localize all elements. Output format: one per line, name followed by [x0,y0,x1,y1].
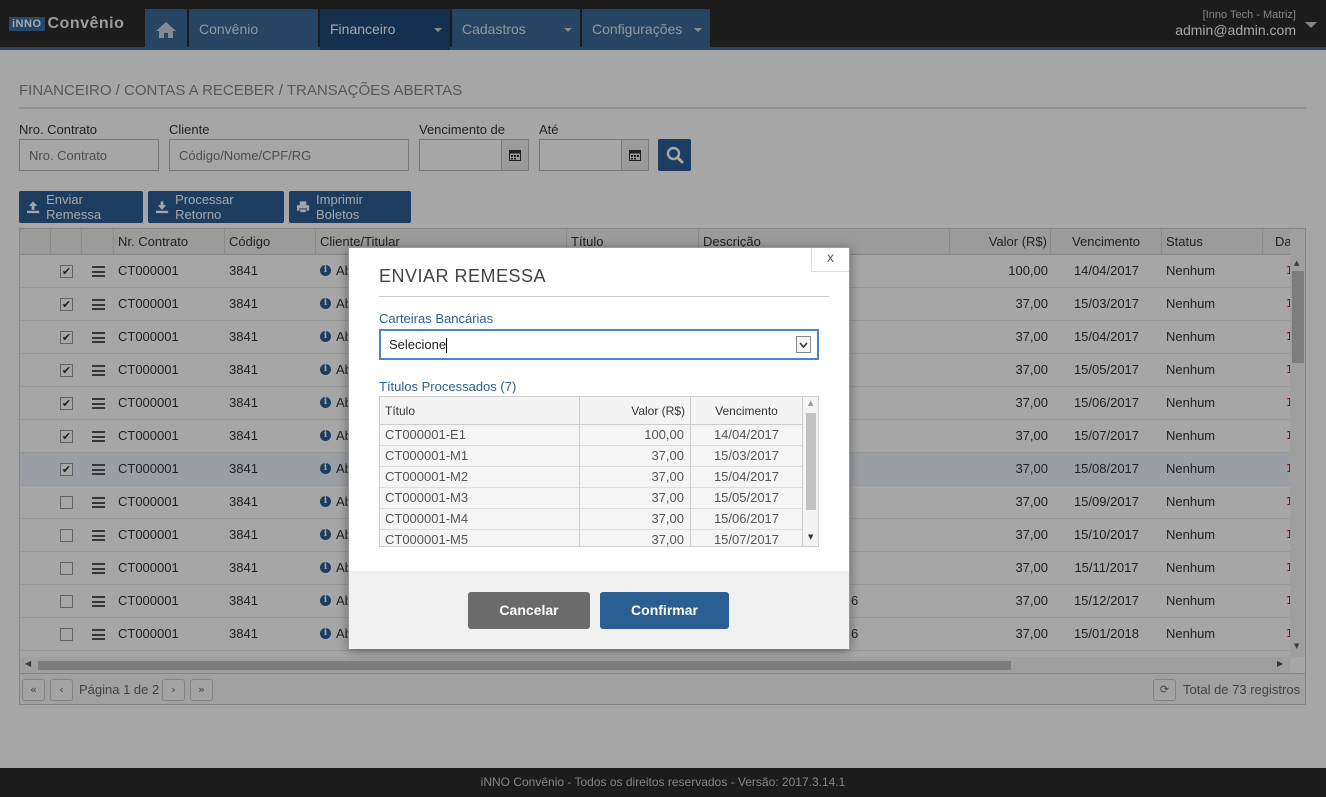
valor-cell: 37,00 [580,530,691,546]
carteiras-label: Carteiras Bancárias [379,311,494,326]
cancel-button[interactable]: Cancelar [468,592,590,629]
scroll-up-icon[interactable]: ▲ [808,399,813,407]
titulo-cell: CT000001-M3 [380,488,580,509]
vencimento-cell: 15/05/2017 [691,488,803,509]
titulo-row[interactable]: CT000001-M4 37,00 15/06/2017 [380,509,803,530]
titulo-row[interactable]: CT000001-M5 37,00 15/07/2017 [380,530,803,546]
valor-cell: 37,00 [580,488,691,509]
confirm-button[interactable]: Confirmar [600,592,729,629]
carteiras-select-value: Selecione [389,337,447,352]
titulos-scroll-thumb[interactable] [806,413,816,510]
valor-cell: 37,00 [580,509,691,530]
titulo-row[interactable]: CT000001-M3 37,00 15/05/2017 [380,488,803,509]
valor-cell: 37,00 [580,446,691,467]
vencimento-cell: 14/04/2017 [691,425,803,446]
vencimento-cell: 15/04/2017 [691,467,803,488]
modal-footer: Cancelar Confirmar [349,571,849,649]
titulo-row[interactable]: CT000001-M1 37,00 15/03/2017 [380,446,803,467]
titulos-table-header: Título Valor (R$) Vencimento [380,397,803,425]
carteiras-select[interactable]: Selecione [379,329,819,360]
modal-title: ENVIAR REMESSA [379,266,547,286]
valor-cell: 100,00 [580,425,691,446]
titulo-cell: CT000001-M5 [380,530,580,546]
chevron-down-icon[interactable] [796,336,811,353]
col-titulo: Título [380,397,580,425]
modal-divider [379,296,829,297]
titulo-row[interactable]: CT000001-M2 37,00 15/04/2017 [380,467,803,488]
titulos-table: Título Valor (R$) Vencimento CT000001-E1… [379,396,819,547]
titulo-row[interactable]: CT000001-E1 100,00 14/04/2017 [380,425,803,446]
col-valor: Valor (R$) [580,397,691,425]
titulos-label: Títulos Processados (7) [379,379,517,394]
vencimento-cell: 15/06/2017 [691,509,803,530]
vencimento-cell: 15/03/2017 [691,446,803,467]
vencimento-cell: 15/07/2017 [691,530,803,546]
titulo-cell: CT000001-M2 [380,467,580,488]
titulo-cell: CT000001-M4 [380,509,580,530]
col-vencimento: Vencimento [691,397,803,425]
scroll-down-icon[interactable]: ▼ [808,533,813,541]
valor-cell: 37,00 [580,467,691,488]
close-icon[interactable]: x [811,248,849,272]
enviar-remessa-modal: x ENVIAR REMESSA Carteiras Bancárias Sel… [348,247,850,649]
titulo-cell: CT000001-E1 [380,425,580,446]
titulo-cell: CT000001-M1 [380,446,580,467]
modal-backdrop-top [0,0,1326,50]
